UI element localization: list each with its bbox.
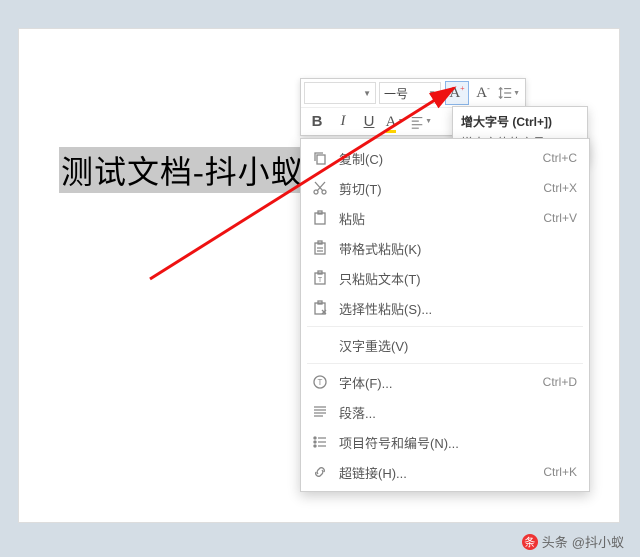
chevron-down-icon: ▼ — [363, 89, 371, 98]
pastefmt-icon — [309, 237, 331, 259]
selected-text[interactable]: 测试文档-抖小蚁 — [59, 147, 306, 193]
watermark-prefix: 头条 — [542, 532, 568, 551]
bullets-icon — [309, 431, 331, 453]
menu-item-label: 汉字重选(V) — [339, 336, 577, 355]
paragraph-icon — [309, 401, 331, 423]
menu-item[interactable]: T 只粘贴文本(T) — [301, 263, 589, 293]
pastesel-icon — [309, 297, 331, 319]
menu-item-label: 粘贴 — [339, 209, 543, 228]
font-size-value: 一号 — [384, 85, 408, 102]
chevron-down-icon: ▼ — [397, 118, 404, 125]
context-menu: 复制(C)Ctrl+C剪切(T)Ctrl+X粘贴Ctrl+V带格式粘贴(K)T只… — [300, 138, 590, 492]
tooltip-title: 增大字号 (Ctrl+]) — [461, 113, 579, 130]
menu-item-shortcut: Ctrl+V — [543, 211, 577, 225]
underline-button[interactable]: U — [357, 110, 381, 134]
grow-font-button[interactable]: A+ — [445, 81, 469, 105]
menu-item-label: 带格式粘贴(K) — [339, 239, 577, 258]
menu-item-label: 剪切(T) — [339, 179, 543, 198]
menu-item-label: 选择性粘贴(S)... — [339, 299, 577, 318]
menu-item-label: 字体(F)... — [339, 373, 543, 392]
menu-item-label: 只粘贴文本(T) — [339, 269, 577, 288]
align-button[interactable]: ▼ — [409, 110, 433, 134]
menu-item[interactable]: 汉字重选(V) — [301, 330, 589, 360]
menu-item[interactable]: 选择性粘贴(S)... — [301, 293, 589, 323]
font-name-field[interactable]: ▼ — [304, 82, 376, 104]
cut-icon — [309, 177, 331, 199]
chevron-down-icon: ▼ — [428, 89, 436, 98]
menu-separator — [307, 326, 583, 327]
align-icon — [410, 114, 424, 130]
bold-button[interactable]: B — [305, 110, 329, 134]
chevron-down-icon: ▼ — [513, 90, 520, 97]
shrink-font-button[interactable]: A- — [471, 81, 495, 105]
paste-icon — [309, 207, 331, 229]
menu-item[interactable]: 超链接(H)...Ctrl+K — [301, 457, 589, 487]
menu-item[interactable]: 粘贴Ctrl+V — [301, 203, 589, 233]
pastetxt-icon: T — [309, 267, 331, 289]
copy-icon — [309, 147, 331, 169]
menu-item-shortcut: Ctrl+D — [543, 375, 577, 389]
watermark-icon: 条 — [522, 534, 538, 550]
highlight-button[interactable]: A ▼ — [383, 110, 407, 134]
menu-item[interactable]: T 字体(F)...Ctrl+D — [301, 367, 589, 397]
svg-text:T: T — [318, 378, 323, 387]
menu-item[interactable]: 段落... — [301, 397, 589, 427]
blank-icon — [309, 334, 331, 356]
svg-text:T: T — [318, 277, 323, 284]
menu-item-label: 复制(C) — [339, 149, 543, 168]
italic-button[interactable]: I — [331, 110, 355, 134]
typeface-icon: T — [309, 371, 331, 393]
link-icon — [309, 461, 331, 483]
watermark-handle: @抖小蚁 — [572, 532, 624, 551]
line-spacing-button[interactable]: ▼ — [497, 81, 521, 105]
menu-item-label: 项目符号和编号(N)... — [339, 433, 577, 452]
menu-separator — [307, 363, 583, 364]
menu-item[interactable]: 复制(C)Ctrl+C — [301, 143, 589, 173]
watermark: 条 头条 @抖小蚁 — [522, 532, 624, 551]
menu-item[interactable]: 剪切(T)Ctrl+X — [301, 173, 589, 203]
menu-item-shortcut: Ctrl+X — [543, 181, 577, 195]
menu-item-label: 段落... — [339, 403, 577, 422]
chevron-down-icon: ▼ — [425, 118, 432, 125]
font-size-field[interactable]: 一号 ▼ — [379, 82, 441, 104]
line-spacing-icon — [498, 85, 512, 101]
menu-item[interactable]: 项目符号和编号(N)... — [301, 427, 589, 457]
menu-item-shortcut: Ctrl+K — [543, 465, 577, 479]
menu-item-label: 超链接(H)... — [339, 463, 543, 482]
menu-item-shortcut: Ctrl+C — [543, 151, 577, 165]
menu-item[interactable]: 带格式粘贴(K) — [301, 233, 589, 263]
